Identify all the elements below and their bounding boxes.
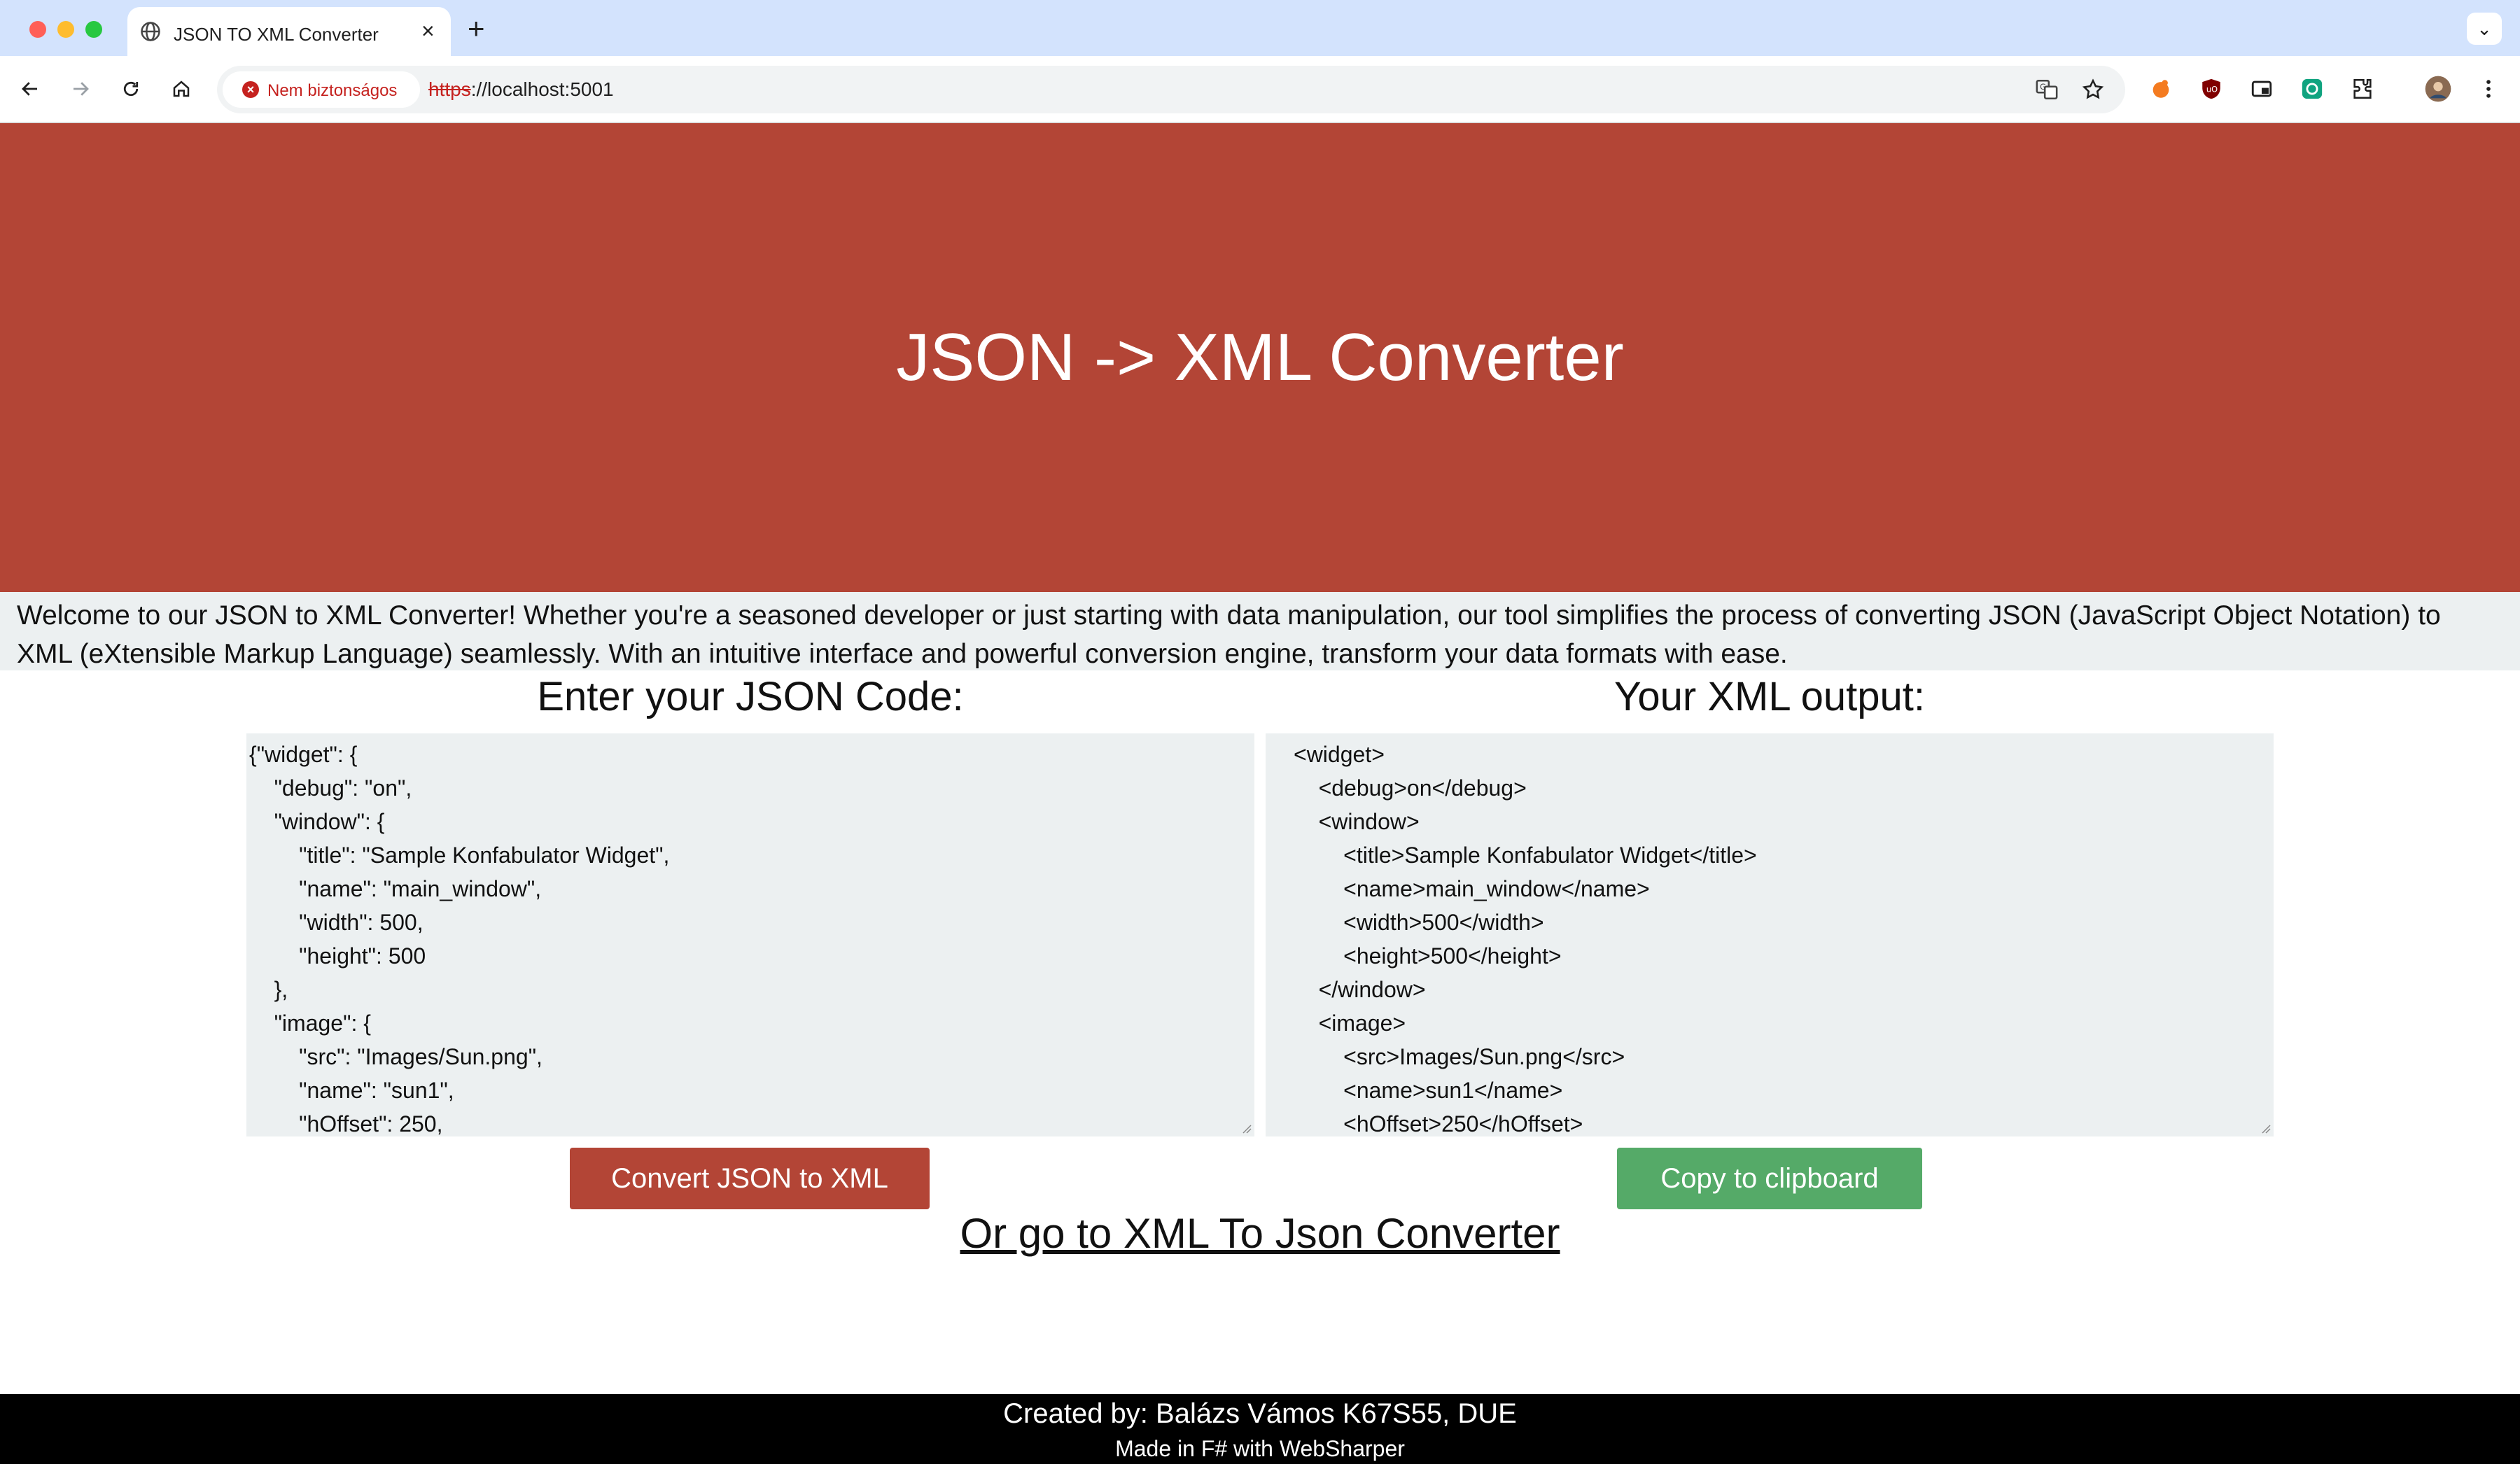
- browser-toolbar: × Nem biztonságos https://localhost:5001…: [0, 56, 2520, 123]
- svg-text:uO: uO: [2206, 84, 2218, 94]
- reload-icon[interactable]: [115, 73, 147, 105]
- xml-output-heading: Your XML output:: [1614, 674, 1925, 719]
- tab-close-icon[interactable]: ×: [421, 18, 435, 43]
- tab-search-chevron-icon[interactable]: ⌄: [2467, 13, 2502, 45]
- picture-in-picture-icon[interactable]: [2247, 74, 2276, 104]
- footer-credits: Created by: Balázs Vámos K67S55, DUE: [1003, 1398, 1517, 1429]
- chatgpt-extension-icon[interactable]: [2297, 74, 2327, 104]
- back-arrow-icon[interactable]: [14, 73, 46, 105]
- xml-output-textarea[interactable]: <widget> <debug>on</debug> <window> <tit…: [1266, 733, 2274, 1136]
- page-title: JSON -> XML Converter: [896, 320, 1624, 395]
- browser-tab[interactable]: JSON TO XML Converter ×: [127, 7, 451, 56]
- security-chip[interactable]: × Nem biztonságos: [223, 71, 420, 108]
- not-secure-icon: ×: [242, 81, 259, 98]
- ublock-shield-icon[interactable]: uO: [2197, 74, 2226, 104]
- globe-icon: [141, 22, 160, 41]
- profile-avatar-icon[interactable]: [2423, 74, 2453, 104]
- xml-to-json-link[interactable]: Or go to XML To Json Converter: [0, 1209, 2520, 1258]
- home-icon[interactable]: [165, 73, 197, 105]
- extension-orange-icon[interactable]: [2146, 74, 2176, 104]
- address-bar[interactable]: × Nem biztonságos https://localhost:5001…: [217, 66, 2125, 113]
- translate-icon[interactable]: G: [2033, 76, 2061, 104]
- window-minimize-button[interactable]: [57, 21, 74, 38]
- footer-made-with: Made in F# with WebSharper: [1115, 1436, 1405, 1461]
- json-input-textarea[interactable]: {"widget": { "debug": "on", "window": { …: [246, 733, 1254, 1136]
- window-zoom-button[interactable]: [85, 21, 102, 38]
- new-tab-icon[interactable]: +: [468, 13, 485, 45]
- extensions-puzzle-icon[interactable]: [2348, 74, 2377, 104]
- hero-banner: JSON -> XML Converter: [0, 123, 2520, 592]
- browser-tab-bar: JSON TO XML Converter × + ⌄: [0, 0, 2520, 56]
- resize-grip-icon[interactable]: [1240, 1122, 1252, 1134]
- json-input-heading: Enter your JSON Code:: [537, 674, 964, 719]
- copy-to-clipboard-button[interactable]: Copy to clipboard: [1617, 1148, 1922, 1209]
- forward-arrow-icon[interactable]: [64, 73, 97, 105]
- intro-text: Welcome to our JSON to XML Converter! Wh…: [0, 592, 2520, 670]
- bookmark-star-icon[interactable]: [2079, 76, 2107, 104]
- resize-grip-icon[interactable]: [2260, 1122, 2271, 1134]
- browser-menu-icon[interactable]: [2474, 74, 2503, 104]
- footer: Created by: Balázs Vámos K67S55, DUE Mad…: [0, 1394, 2520, 1464]
- convert-button[interactable]: Convert JSON to XML: [570, 1148, 930, 1209]
- svg-text:G: G: [2040, 82, 2046, 92]
- url-text[interactable]: https://localhost:5001: [428, 78, 614, 101]
- tab-title: JSON TO XML Converter: [174, 24, 379, 45]
- window-close-button[interactable]: [29, 21, 46, 38]
- security-label: Nem biztonságos: [267, 81, 398, 100]
